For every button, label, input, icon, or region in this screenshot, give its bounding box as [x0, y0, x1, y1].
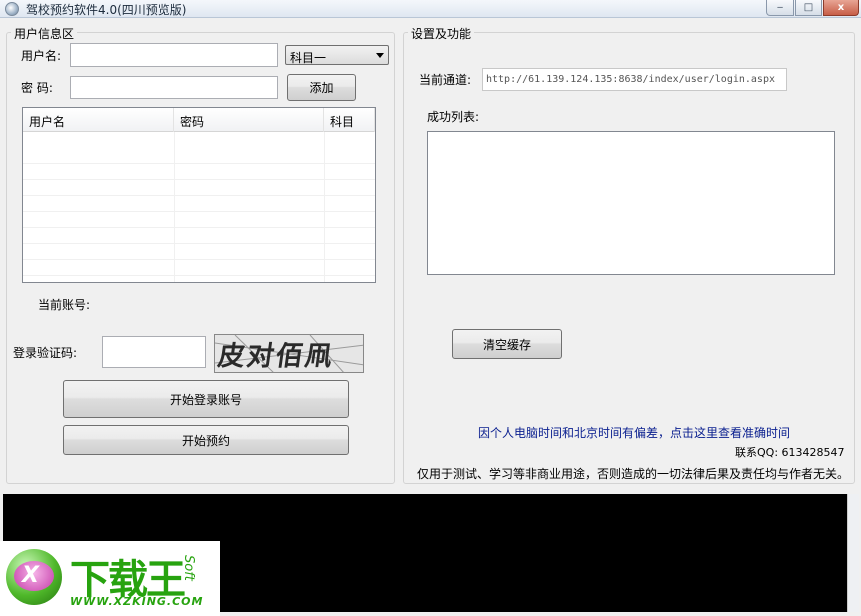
minimize-button[interactable]: ‒: [766, 0, 794, 16]
password-input[interactable]: [70, 76, 278, 99]
column-header-password[interactable]: 密码: [174, 108, 324, 132]
success-list[interactable]: [427, 131, 835, 275]
table-row: [23, 228, 375, 244]
current-account-label: 当前账号:: [38, 298, 91, 312]
clear-cache-button[interactable]: 清空缓存: [452, 329, 562, 359]
maximize-button[interactable]: □: [795, 0, 822, 16]
captcha-image[interactable]: 皮对佰凧: [214, 334, 364, 373]
user-info-legend: 用户信息区: [11, 25, 78, 42]
channel-url-field[interactable]: http://61.139.124.135:8638/index/user/lo…: [482, 68, 787, 91]
add-button[interactable]: 添加: [287, 74, 356, 101]
app-icon: [5, 2, 19, 16]
window-title: 驾校预约软件4.0(四川预览版): [26, 3, 187, 17]
captcha-label: 登录验证码:: [13, 346, 78, 360]
table-row: [23, 212, 375, 228]
captcha-noise: 皮对佰凧: [215, 335, 363, 372]
table-row: [23, 180, 375, 196]
subject-select-value: 科目一: [290, 51, 327, 65]
table-row: [23, 244, 375, 260]
time-notice-link[interactable]: 因个人电脑时间和北京时间有偏差，点击这里查看准确时间: [478, 424, 790, 441]
start-login-button[interactable]: 开始登录账号: [63, 380, 349, 418]
captcha-text: 皮对佰凧: [216, 341, 336, 372]
console-scrollbar[interactable]: [847, 494, 859, 612]
subject-select[interactable]: 科目一: [285, 45, 389, 65]
start-booking-button[interactable]: 开始预约: [63, 425, 349, 455]
table-row: [23, 260, 375, 276]
contact-qq: 联系QQ: 613428547: [735, 446, 845, 459]
table-row: [23, 196, 375, 212]
captcha-input[interactable]: [102, 336, 206, 368]
title-bar: 驾校预约软件4.0(四川预览版) ‒ □ x: [0, 0, 861, 18]
column-header-username[interactable]: 用户名: [23, 108, 174, 132]
chevron-down-icon: [376, 53, 384, 58]
watermark-soft: Soft: [181, 555, 196, 581]
table-row: [23, 148, 375, 164]
logo-letter: X: [22, 563, 39, 588]
settings-legend: 设置及功能: [408, 25, 475, 42]
column-header-subject[interactable]: 科目: [324, 108, 375, 132]
success-list-label: 成功列表:: [427, 110, 480, 124]
watermark-logo: X 下载王 Soft WWW.XZKING.COM: [0, 541, 220, 616]
user-table[interactable]: 用户名 密码 科目: [22, 107, 376, 283]
password-label: 密 码:: [21, 81, 53, 95]
table-row: [23, 164, 375, 180]
username-input[interactable]: [70, 43, 278, 67]
watermark-url: WWW.XZKING.COM: [70, 595, 204, 608]
disclaimer-text: 仅用于测试、学习等非商业用途，否则造成的一切法律后果及责任均与作者无关。: [417, 467, 850, 481]
close-button[interactable]: x: [823, 0, 859, 16]
username-label: 用户名:: [21, 49, 62, 63]
table-header: 用户名 密码 科目: [23, 108, 375, 132]
channel-label: 当前通道:: [419, 73, 472, 87]
